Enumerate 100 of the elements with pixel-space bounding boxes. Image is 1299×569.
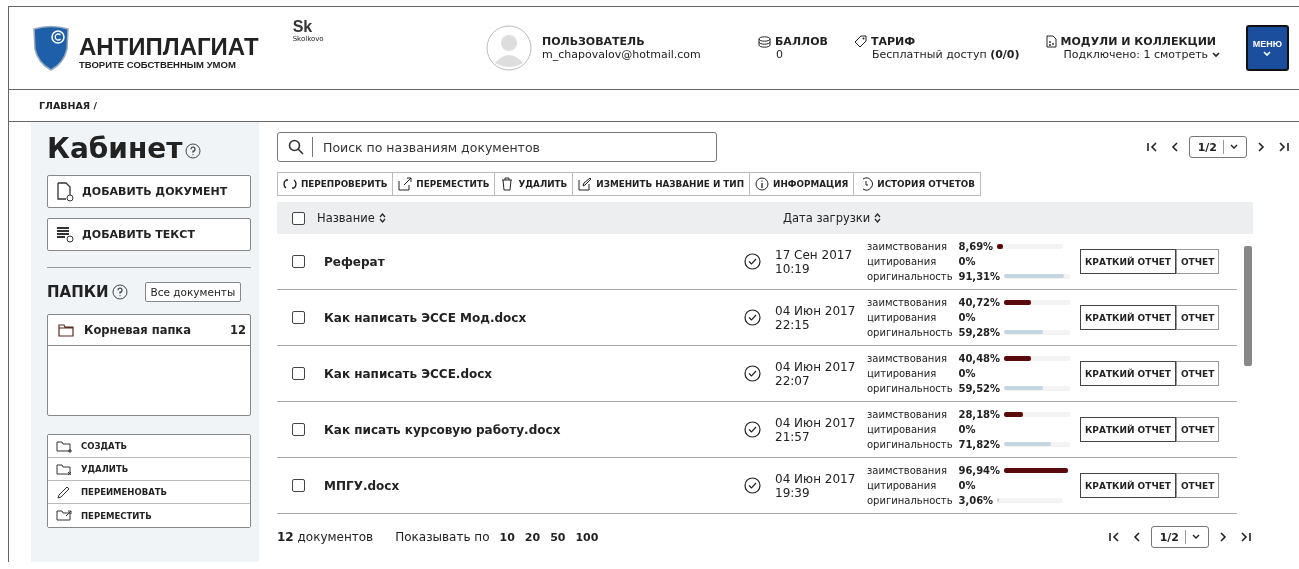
upload-date: 04 Июн 2017	[775, 359, 857, 374]
check-circle-icon	[744, 477, 761, 494]
page-select[interactable]: 1/2	[1150, 526, 1209, 548]
next-page-button[interactable]	[1255, 140, 1267, 154]
page-size-option[interactable]: 50	[550, 530, 566, 544]
delete-button[interactable]: УДАЛИТЬ	[495, 172, 574, 196]
page-title: Кабинет	[47, 132, 183, 165]
add-text-button[interactable]: ДОБАВИТЬ ТЕКСТ	[47, 218, 251, 251]
trash-icon	[500, 177, 515, 191]
citation-value: 0%	[958, 255, 976, 269]
folder-create-button[interactable]: СОЗДАТЬ	[48, 435, 250, 458]
edit-icon	[578, 177, 593, 191]
search-field[interactable]: Поиск по названиям документов	[277, 132, 717, 162]
originality-value: 59,52%	[958, 382, 1001, 396]
citation-value: 0%	[958, 367, 976, 381]
report-button[interactable]: ОТЧЕТ	[1175, 249, 1220, 274]
folder-icon	[56, 509, 73, 522]
upload-time: 10:19	[775, 261, 811, 276]
citation-label: цитирования	[867, 367, 938, 381]
page-size-option[interactable]: 20	[524, 530, 541, 544]
name-column-header[interactable]: Название	[317, 211, 783, 225]
originality-value: 59,28%	[958, 326, 1001, 340]
sort-icon	[874, 213, 882, 223]
originality-label: оригинальность	[867, 438, 954, 452]
recheck-button[interactable]: ПЕРЕПРОВЕРИТЬ	[277, 172, 394, 196]
folder-icon	[56, 462, 73, 476]
originality-label: оригинальность	[867, 494, 954, 508]
short-report-button[interactable]: КРАТКИЙ ОТЧЕТ	[1080, 473, 1176, 498]
borrowing-value: 40,48%	[958, 352, 1001, 366]
citation-label: цитирования	[867, 311, 938, 325]
next-page-button[interactable]	[1217, 530, 1229, 544]
document-name[interactable]: МПГУ.docx	[324, 478, 744, 493]
check-circle-icon	[744, 253, 761, 270]
document-name[interactable]: Как написать ЭССЕ.docx	[324, 366, 744, 381]
history-button[interactable]: ИСТОРИЯ ОТЧЕТОВ	[854, 172, 981, 196]
report-button[interactable]: ОТЧЕТ	[1175, 305, 1220, 330]
upload-time: 21:57	[775, 429, 811, 444]
user-label: ПОЛЬЗОВАТЕЛЬ	[541, 35, 646, 48]
short-report-button[interactable]: КРАТКИЙ ОТЧЕТ	[1080, 361, 1176, 386]
edit-button[interactable]: ИЗМЕНИТЬ НАЗВАНИЕ И ТИП	[573, 172, 751, 196]
points-value: 0	[775, 48, 784, 61]
partner-logo: Sk	[292, 19, 314, 35]
row-checkbox[interactable]	[292, 367, 305, 380]
select-all-checkbox[interactable]	[292, 211, 305, 225]
folders-title: ПАПКИ	[47, 283, 109, 301]
logo-tagline: ТВОРИТЕ СОБСТВЕННЫМ УМОМ	[79, 59, 237, 70]
row-checkbox[interactable]	[292, 479, 305, 492]
move-button[interactable]: ПЕРЕМЕСТИТЬ	[393, 172, 496, 196]
report-button[interactable]: ОТЧЕТ	[1175, 473, 1220, 498]
all-documents-button[interactable]: Все документы	[144, 282, 242, 302]
short-report-button[interactable]: КРАТКИЙ ОТЧЕТ	[1080, 249, 1176, 274]
document-name[interactable]: Как написать ЭССЕ Мод.docx	[324, 310, 744, 325]
user-email: m_chapovalov@hotmail.com	[541, 48, 701, 61]
borrowing-label: заимствования	[867, 408, 948, 422]
tag-icon	[853, 35, 867, 48]
row-checkbox[interactable]	[292, 255, 305, 268]
document-name[interactable]: Как писать курсовую работу.docx	[324, 422, 744, 437]
menu-button[interactable]: МЕНЮ	[1245, 25, 1289, 71]
borrowing-label: заимствования	[867, 240, 948, 254]
coins-icon	[758, 35, 771, 48]
date-column-header[interactable]: Дата загрузки	[783, 211, 882, 225]
short-report-button[interactable]: КРАТКИЙ ОТЧЕТ	[1080, 417, 1176, 442]
document-icon	[1045, 35, 1057, 48]
citation-label: цитирования	[867, 255, 938, 269]
folder-icon	[56, 439, 73, 453]
page-size-option[interactable]: 10	[499, 530, 515, 544]
help-icon[interactable]	[184, 143, 201, 159]
originality-label: оригинальность	[867, 382, 954, 396]
short-report-button[interactable]: КРАТКИЙ ОТЧЕТ	[1080, 305, 1176, 330]
originality-value: 3,06%	[958, 494, 994, 508]
upload-date: 04 Июн 2017	[775, 415, 857, 430]
report-button[interactable]: ОТЧЕТ	[1175, 361, 1220, 386]
report-button[interactable]: ОТЧЕТ	[1175, 417, 1220, 442]
tariff-label: ТАРИФ	[870, 35, 916, 48]
chevron-down-icon	[1230, 144, 1238, 150]
page-select[interactable]: 1/2	[1188, 136, 1247, 158]
upload-date: 04 Июн 2017	[775, 471, 857, 486]
borrowing-label: заимствования	[867, 352, 948, 366]
check-circle-icon	[744, 309, 761, 326]
help-icon[interactable]	[111, 284, 128, 300]
row-checkbox[interactable]	[292, 311, 305, 324]
breadcrumb[interactable]: ГЛАВНАЯ /	[39, 100, 97, 111]
add-document-button[interactable]: ДОБАВИТЬ ДОКУМЕНТ	[47, 175, 251, 208]
page-size-option[interactable]: 100	[575, 530, 599, 544]
refresh-icon	[283, 177, 297, 191]
folder-name[interactable]: Корневая папка	[84, 323, 191, 337]
logo-title: АНТИПЛАГИАТ	[79, 35, 259, 59]
borrowing-value: 8,69%	[958, 240, 994, 254]
info-button[interactable]: ИНФОРМАЦИЯ	[750, 172, 855, 196]
citation-value: 0%	[958, 311, 976, 325]
folder-icon	[58, 323, 74, 337]
modules-label: МОДУЛИ И КОЛЛЕКЦИИ	[1060, 35, 1217, 48]
upload-date: 04 Июн 2017	[775, 303, 857, 318]
modules-link[interactable]: Подключено: 1 смотреть	[1045, 48, 1220, 61]
borrowing-value: 28,18%	[958, 408, 1001, 422]
move-icon	[398, 177, 413, 191]
upload-date: 17 Сен 2017	[775, 247, 854, 262]
row-checkbox[interactable]	[292, 423, 305, 436]
document-name[interactable]: Реферат	[324, 254, 744, 269]
borrowing-label: заимствования	[867, 296, 948, 310]
